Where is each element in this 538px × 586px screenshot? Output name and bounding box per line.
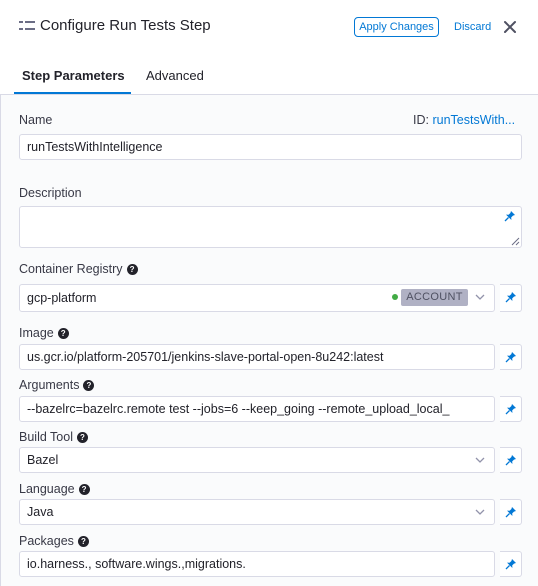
close-icon[interactable] bbox=[503, 20, 517, 34]
language-value: Java bbox=[27, 505, 54, 519]
build-tool-pin-button[interactable] bbox=[500, 447, 522, 473]
help-icon[interactable]: ? bbox=[78, 484, 90, 495]
arguments-pin-button[interactable] bbox=[500, 396, 522, 422]
description-label: Description bbox=[19, 186, 82, 200]
pin-icon bbox=[504, 211, 515, 222]
active-tab-indicator bbox=[14, 92, 131, 94]
help-icon[interactable]: ? bbox=[126, 264, 138, 275]
arguments-label: Arguments? bbox=[19, 378, 95, 392]
help-icon[interactable]: ? bbox=[83, 380, 95, 391]
container-registry-pin-button[interactable] bbox=[500, 284, 522, 312]
language-select[interactable]: Java bbox=[19, 499, 495, 525]
pin-icon bbox=[505, 352, 516, 363]
help-icon[interactable]: ? bbox=[76, 432, 88, 443]
container-registry-label: Container Registry? bbox=[19, 262, 138, 276]
tab-step-parameters[interactable]: Step Parameters bbox=[22, 68, 125, 83]
description-pin-button[interactable] bbox=[499, 206, 521, 228]
language-pin-button[interactable] bbox=[500, 499, 522, 525]
pin-icon bbox=[505, 507, 516, 518]
discard-button[interactable]: Discard bbox=[454, 21, 491, 33]
chevron-down-icon[interactable] bbox=[475, 457, 485, 463]
tab-bar: Step Parameters Advanced bbox=[0, 56, 538, 95]
packages-label: Packages? bbox=[19, 534, 89, 548]
resize-handle-icon[interactable] bbox=[511, 237, 520, 246]
packages-label-text: Packages bbox=[19, 534, 74, 548]
build-tool-label-text: Build Tool bbox=[19, 430, 73, 444]
name-input[interactable]: runTestsWithIntelligence bbox=[19, 134, 522, 160]
build-tool-label: Build Tool? bbox=[19, 430, 88, 444]
language-label: Language? bbox=[19, 482, 90, 496]
chevron-down-icon[interactable] bbox=[475, 509, 485, 515]
scope-badge: ACCOUNT bbox=[401, 289, 468, 306]
image-label: Image? bbox=[19, 326, 69, 340]
pin-icon bbox=[505, 404, 516, 415]
id-prefix: ID: bbox=[413, 113, 429, 127]
chevron-down-icon[interactable] bbox=[475, 294, 485, 300]
id-display: ID: runTestsWith... bbox=[413, 113, 515, 127]
pin-icon bbox=[505, 455, 516, 466]
image-pin-button[interactable] bbox=[500, 344, 522, 370]
run-tests-step-icon bbox=[19, 21, 35, 30]
image-input[interactable]: us.gcr.io/platform-205701/jenkins-slave-… bbox=[19, 344, 495, 370]
arguments-input[interactable]: --bazelrc=bazelrc.remote test --jobs=6 -… bbox=[19, 396, 495, 422]
apply-changes-button[interactable]: Apply Changes bbox=[354, 17, 439, 37]
packages-input[interactable]: io.harness., software.wings.,migrations. bbox=[19, 551, 495, 577]
name-label: Name bbox=[19, 113, 53, 127]
panel-divider bbox=[0, 95, 1, 586]
packages-pin-button[interactable] bbox=[500, 551, 522, 577]
id-edit-link[interactable]: runTestsWith... bbox=[432, 113, 515, 127]
help-icon[interactable]: ? bbox=[77, 536, 89, 547]
arguments-label-text: Arguments bbox=[19, 378, 80, 392]
pin-icon bbox=[505, 559, 516, 570]
container-registry-value: gcp-platform bbox=[27, 291, 97, 305]
build-tool-select[interactable]: Bazel bbox=[19, 447, 495, 473]
container-registry-label-text: Container Registry bbox=[19, 262, 123, 276]
language-label-text: Language bbox=[19, 482, 75, 496]
drawer-header: Configure Run Tests Step Apply Changes D… bbox=[0, 0, 538, 57]
pin-icon bbox=[505, 292, 516, 303]
tab-advanced[interactable]: Advanced bbox=[146, 68, 204, 83]
connector-status-icon bbox=[392, 294, 398, 300]
image-label-text: Image bbox=[19, 326, 54, 340]
build-tool-value: Bazel bbox=[27, 453, 59, 467]
description-textarea[interactable] bbox=[19, 206, 522, 248]
page-title: Configure Run Tests Step bbox=[40, 17, 211, 34]
help-icon[interactable]: ? bbox=[57, 328, 69, 339]
